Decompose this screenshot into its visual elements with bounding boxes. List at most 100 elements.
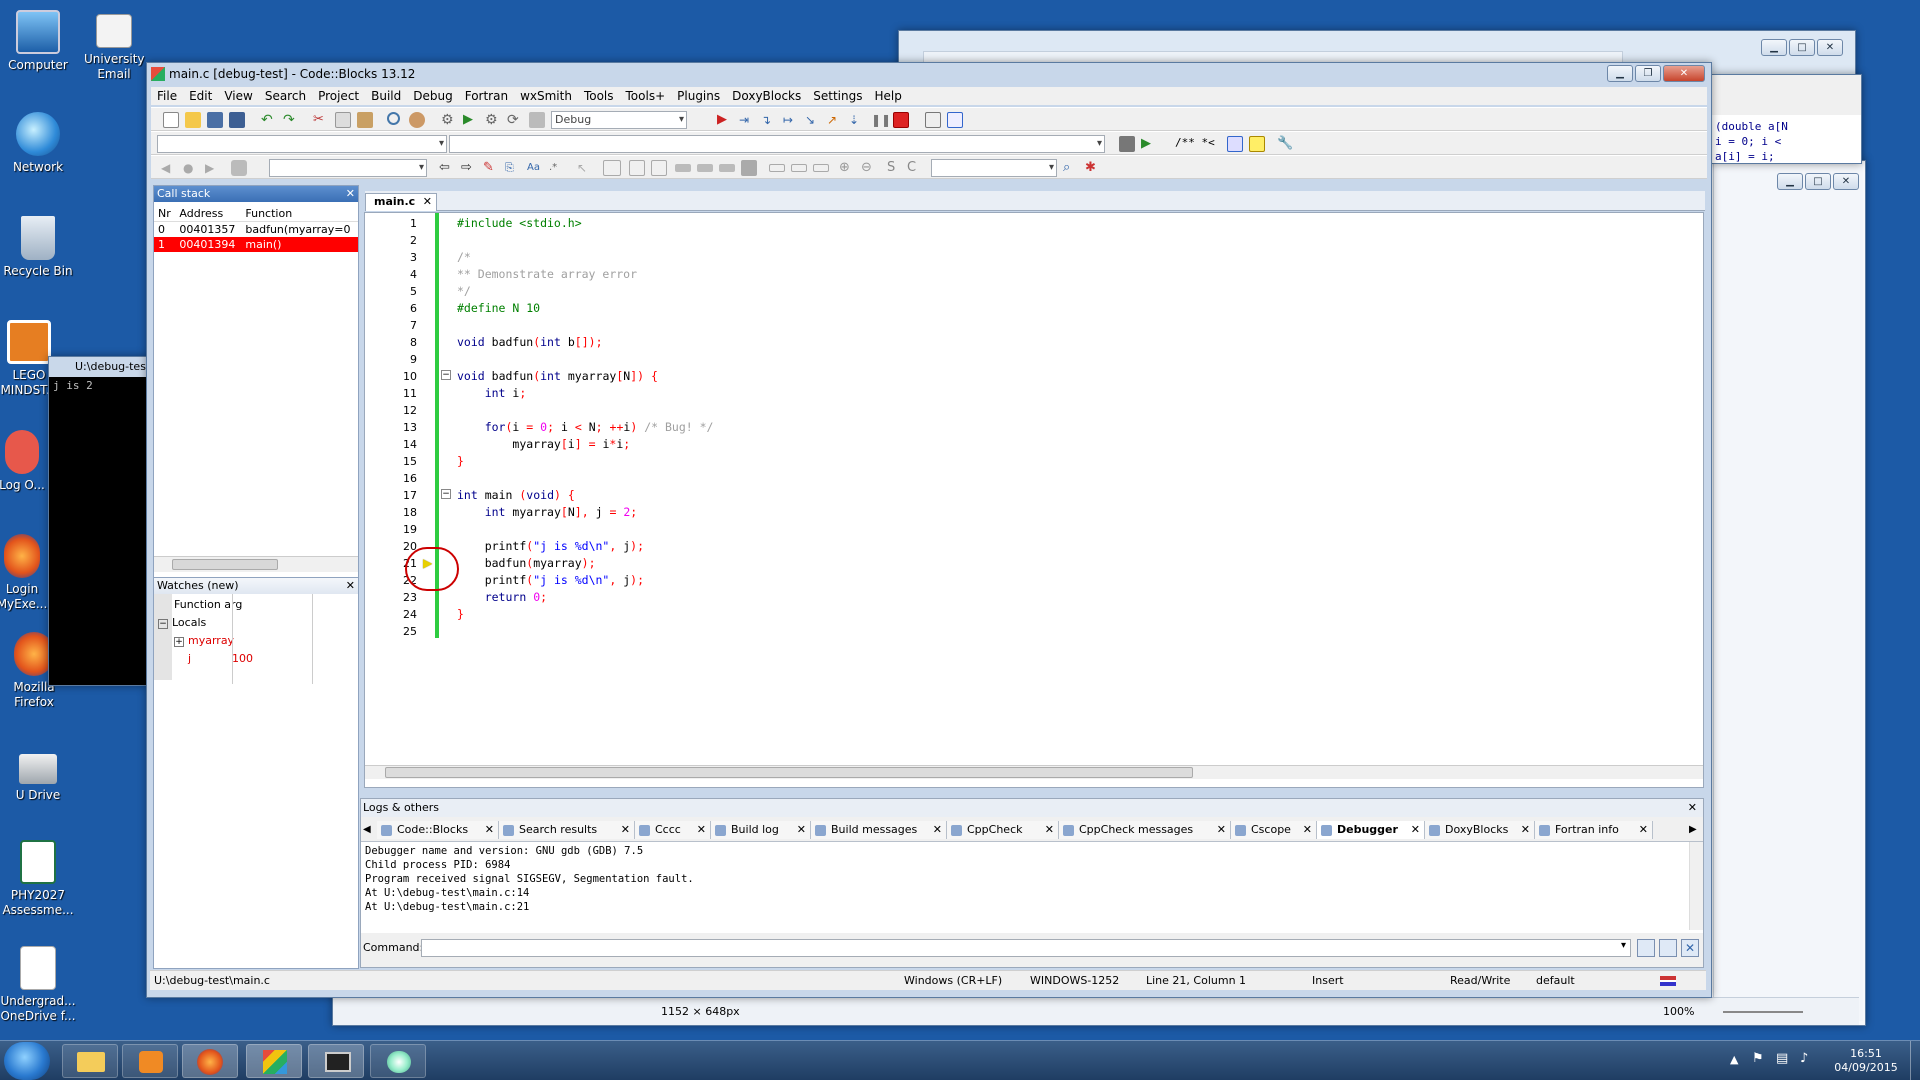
expand-icon[interactable]: + <box>174 637 184 647</box>
codeblocks-taskbar-icon[interactable] <box>246 1044 302 1078</box>
column-header[interactable]: Nr <box>154 206 175 222</box>
login-myexeter-icon[interactable]: Login MyExe... <box>0 534 50 612</box>
minimize-icon[interactable]: ▁ <box>1607 65 1633 82</box>
menu-view[interactable]: View <box>218 87 258 105</box>
build-target-select[interactable]: Debug <box>551 111 687 129</box>
code-line[interactable]: void badfun(int b[]); <box>457 334 603 351</box>
chevron-down-icon[interactable]: ▾ <box>1621 940 1626 951</box>
step-into-icon[interactable]: ↘ <box>805 112 821 128</box>
run-icon[interactable]: ▶ <box>463 112 479 128</box>
firefox-taskbar-icon[interactable] <box>182 1044 238 1078</box>
fold-toggle-icon[interactable]: − <box>441 489 451 499</box>
close-tab-icon[interactable]: ✕ <box>1217 821 1226 839</box>
column-header[interactable]: Function <box>241 206 358 222</box>
close-tab-icon[interactable]: ✕ <box>933 821 942 839</box>
menu-plugins[interactable]: Plugins <box>671 87 726 105</box>
widget-list-icon[interactable] <box>813 164 829 172</box>
highlight-icon[interactable]: ✎ <box>483 160 499 176</box>
close-tab-icon[interactable]: ✕ <box>1639 821 1648 839</box>
close-icon[interactable]: ✕ <box>346 578 355 594</box>
close-tab-icon[interactable]: ✕ <box>1303 821 1312 839</box>
onedrive-shortcut-icon[interactable]: Undergrad... OneDrive f... <box>0 946 80 1024</box>
rebuild-icon[interactable]: ⟳ <box>507 112 523 128</box>
scope-select[interactable] <box>157 135 447 153</box>
code-line[interactable]: int myarray[N], j = 2; <box>457 504 638 521</box>
menu-edit[interactable]: Edit <box>183 87 218 105</box>
insert-comment-text[interactable]: /** *< <box>1175 136 1215 149</box>
maximize-icon[interactable]: ❐ <box>1635 65 1661 82</box>
close-tab-icon[interactable]: ✕ <box>1521 821 1530 839</box>
forward-arrow-icon[interactable]: ⇨ <box>461 160 477 176</box>
close-tab-icon[interactable]: ✕ <box>1045 821 1054 839</box>
console-window[interactable]: U:\debug-tes j is 2 <box>48 356 148 686</box>
tab-doxyblocks[interactable]: DoxyBlocks ✕ <box>1425 821 1535 839</box>
next-line-icon[interactable]: ↴ <box>761 112 777 128</box>
build-run-icon[interactable]: ⚙ <box>485 112 501 128</box>
copy-icon[interactable] <box>335 112 351 128</box>
widget-bitmap-icon[interactable] <box>651 160 667 176</box>
doxyblocks-run-icon[interactable]: ▶ <box>1141 136 1157 152</box>
find-next-icon[interactable]: ⎘ <box>505 160 521 176</box>
widget-sizer-icon[interactable] <box>697 164 713 172</box>
tab-build-messages[interactable]: Build messages ✕ <box>811 821 947 839</box>
debug-continue-icon[interactable]: ▶ <box>717 112 733 128</box>
command-input[interactable]: ▾ <box>421 939 1631 957</box>
menu-wxsmith[interactable]: wxSmith <box>514 87 578 105</box>
code-line[interactable]: int main (void) { <box>457 487 575 504</box>
minimize-icon[interactable]: ▁ <box>1761 39 1787 56</box>
next-bookmark-icon[interactable]: ▶ <box>205 160 221 176</box>
doxyblocks-wizard-icon[interactable] <box>1119 136 1135 152</box>
code-line[interactable]: for(i = 0; i < N; ++i) /* Bug! */ <box>457 419 714 436</box>
code-line[interactable]: } <box>457 606 464 623</box>
close-tab-icon[interactable]: ✕ <box>423 194 432 210</box>
code-editor[interactable]: 1 #include <stdio.h> 2 3/* 4 ** Demonstrate a… <box>364 212 1704 788</box>
paint-taskbar-icon[interactable] <box>370 1044 426 1078</box>
menu-build[interactable]: Build <box>365 87 407 105</box>
widget-grid-icon[interactable] <box>719 164 735 172</box>
background-editor-window[interactable]: (double a[N i = 0; i < a[i] = i; <box>1710 74 1862 164</box>
symbol-select[interactable] <box>931 159 1057 177</box>
new-file-icon[interactable] <box>163 112 179 128</box>
step-out-icon[interactable]: ↗ <box>827 112 843 128</box>
close-tab-icon[interactable]: ✕ <box>697 821 706 839</box>
symbol-search-icon[interactable]: ⌕ <box>1063 160 1079 176</box>
debug-info-icon[interactable] <box>947 112 963 128</box>
explorer-taskbar-icon[interactable] <box>62 1044 118 1078</box>
run-to-cursor-icon[interactable]: ⇥ <box>739 112 755 128</box>
code-line[interactable]: void badfun(int myarray[N]) { <box>457 368 658 385</box>
cut-icon[interactable]: ✂ <box>313 112 329 128</box>
code-line[interactable]: #include <stdio.h> <box>457 215 582 232</box>
recycle-bin-icon[interactable]: Recycle Bin <box>0 216 80 279</box>
doxy-chm-icon[interactable] <box>1249 136 1265 152</box>
code-line[interactable]: /* <box>457 249 471 266</box>
network-icon[interactable]: Network <box>0 112 80 175</box>
close-icon[interactable]: ✕ <box>1663 65 1705 82</box>
widget-text-icon[interactable] <box>769 164 785 172</box>
regex-icon[interactable]: .* <box>549 160 565 176</box>
save-icon[interactable] <box>207 112 223 128</box>
tab-scroll-left-icon[interactable]: ◀ <box>363 821 375 839</box>
stop-debug-icon[interactable] <box>893 112 909 128</box>
code-line[interactable]: return 0; <box>457 589 547 606</box>
close-icon[interactable]: ✕ <box>1817 39 1843 56</box>
close-icon[interactable]: ✕ <box>1833 173 1859 190</box>
code-line[interactable]: ** Demonstrate array error <box>457 266 637 283</box>
match-case-icon[interactable]: Aa <box>527 160 543 176</box>
column-header[interactable]: Address <box>175 206 241 222</box>
prev-bookmark-icon[interactable]: ◀ <box>161 160 177 176</box>
code-line[interactable]: printf("j is %d\n", j); <box>457 538 644 555</box>
s-symbol-icon[interactable]: S <box>887 160 903 176</box>
start-button[interactable] <box>4 1042 50 1080</box>
menu-fortran[interactable]: Fortran <box>459 87 514 105</box>
function-select[interactable] <box>449 135 1105 153</box>
find-icon[interactable] <box>387 112 400 125</box>
build-gear-icon[interactable]: ⚙ <box>441 112 457 128</box>
widget-image-icon[interactable] <box>629 160 645 176</box>
clear-bookmarks-icon[interactable] <box>231 160 247 176</box>
fold-toggle-icon[interactable]: − <box>441 370 451 380</box>
search-combo[interactable] <box>269 159 427 177</box>
code-line[interactable]: */ <box>457 283 471 300</box>
tab-debugger[interactable]: Debugger ✕ <box>1317 821 1425 839</box>
table-row[interactable]: 1 00401394 main() <box>154 237 358 252</box>
redo-icon[interactable]: ↷ <box>283 112 299 128</box>
